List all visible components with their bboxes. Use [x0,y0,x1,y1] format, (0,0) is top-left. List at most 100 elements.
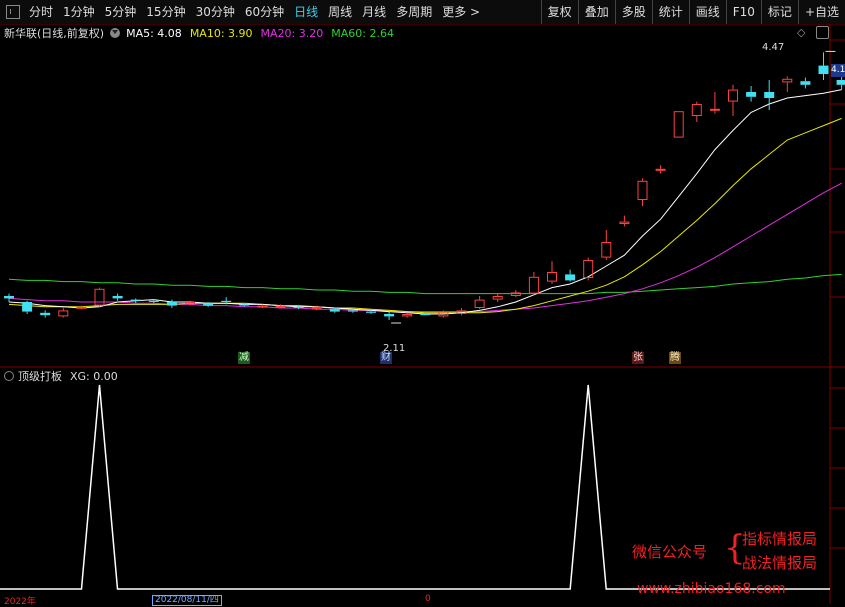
candle-41 [746,86,757,102]
candle-body [58,310,69,317]
candle-body [4,296,14,299]
stock-title: 新华联(日线,前复权) [4,27,105,40]
candle-body [239,304,250,306]
period-tab-2[interactable]: 5分钟 [100,0,142,24]
ma10-label: MA10: 3.90 [189,26,253,40]
period-tab-7[interactable]: 周线 [323,0,357,24]
candle-body [836,80,845,85]
candle-33 [601,230,612,260]
candle-3 [58,308,69,318]
watermark-left: 微信公众号 [632,543,708,561]
watermark-url: www.zhibiao168.com [637,581,786,597]
tool-button-4[interactable]: 画线 [688,0,726,24]
tool-button-5[interactable]: F10 [725,0,761,24]
dropdown-circle-icon[interactable] [110,28,121,38]
candle-37 [673,111,684,138]
candle-35 [637,178,648,206]
indicator-title: 顶级打板 [18,370,62,383]
main-legend: 新华联(日线,前复权) MA5: 4.08 MA10: 3.90 MA20: 3… [4,25,402,41]
candle-body [311,306,322,309]
right-toolbar: 复权 叠加 多股 统计 画线 F10 标记 +自选 [540,0,845,24]
candle-21 [384,311,395,320]
candle-body [112,296,123,299]
candle-body [420,314,431,316]
marker-teng[interactable]: 腾 [669,352,681,364]
period-tab-0[interactable]: 分时 [24,0,58,24]
marker-cai[interactable]: 财 [380,352,392,364]
candle-body [148,300,159,302]
candle-43 [782,76,793,92]
period-tab-3[interactable]: 15分钟 [141,0,190,24]
ma20-label: MA20: 3.20 [260,26,324,40]
period-tab-5[interactable]: 60分钟 [240,0,289,24]
candle-body [800,81,811,85]
candle-6 [112,293,123,301]
indicator-value: XG: 0.00 [70,369,118,383]
candle-body [402,314,413,317]
candle-body [257,305,268,308]
ma60-line [8,273,842,295]
candle-27 [492,293,503,302]
candle-2 [40,310,51,318]
marker-zhang[interactable]: 张 [632,352,644,364]
period-tab-1[interactable]: 1分钟 [58,0,100,24]
candle-body [746,92,757,97]
candle-body [547,272,557,282]
candle-34 [619,215,630,227]
high-price-label: 4.47 [762,42,785,53]
tool-button-6[interactable]: 标记 [760,0,798,24]
watermark-right-2: 战法情报局 [742,554,818,572]
candle-body [293,306,304,308]
sub-legend: 顶级打板 XG: 0.00 [4,368,118,384]
period-tab-4[interactable]: 30分钟 [191,0,240,24]
candle-36 [655,165,666,174]
candle-9 [166,299,177,308]
candle-38 [691,101,702,122]
marker-jian[interactable]: 减 [238,352,250,364]
candle-30 [547,261,557,284]
candle-5 [94,287,105,307]
candle-body [130,299,141,301]
candle-body [203,303,214,306]
candle-31 [565,269,576,282]
candle-body [565,274,576,281]
panel-toggle-icon[interactable] [6,5,20,19]
date-right: 0 [425,594,431,604]
candle-body [728,89,738,102]
tool-button-7[interactable]: +自选 [797,0,845,24]
period-tab-8[interactable]: 月线 [357,0,391,24]
toolbar: 分时 1分钟 5分钟 15分钟 30分钟 60分钟 日线 周线 月线 多周期 更多 > 复权 叠加 多股… [0,0,845,25]
candle-body [764,92,775,98]
candle-body [655,168,666,171]
candle-44 [800,77,811,89]
period-tab-10[interactable]: 更多 > [437,0,485,24]
scroll-box-icon[interactable] [816,26,829,39]
diamond-icon[interactable]: ◇ [797,26,805,39]
candle-body [221,300,232,302]
candle-body [492,296,503,300]
candle-body [619,221,630,225]
tool-button-3[interactable]: 统计 [651,0,689,24]
dropdown-circle-icon[interactable] [4,371,14,381]
candle-body [818,65,829,74]
main-chart-area[interactable] [0,24,845,368]
candle-body [691,104,702,116]
candle-body [474,299,485,309]
candle-body [366,311,376,313]
period-tab-6[interactable]: 日线 [289,0,323,24]
candle-body [510,292,521,296]
tool-button-2[interactable]: 多股 [614,0,652,24]
watermark: 微信公众号 { 指标情报局 战法情报局 www.zhibiao168.com [632,526,842,604]
candle-body [637,180,648,201]
candle-body [709,108,720,111]
tool-button-1[interactable]: 叠加 [577,0,615,24]
tool-button-0[interactable]: 复权 [540,0,578,24]
candle-body [166,302,177,306]
candle-39 [709,92,720,114]
candle-45 [818,52,829,80]
candle-29 [528,272,539,295]
period-tab-9[interactable]: 多周期 [391,0,437,24]
candle-body [94,288,105,306]
candle-1 [22,300,33,314]
candle-26 [474,296,485,310]
